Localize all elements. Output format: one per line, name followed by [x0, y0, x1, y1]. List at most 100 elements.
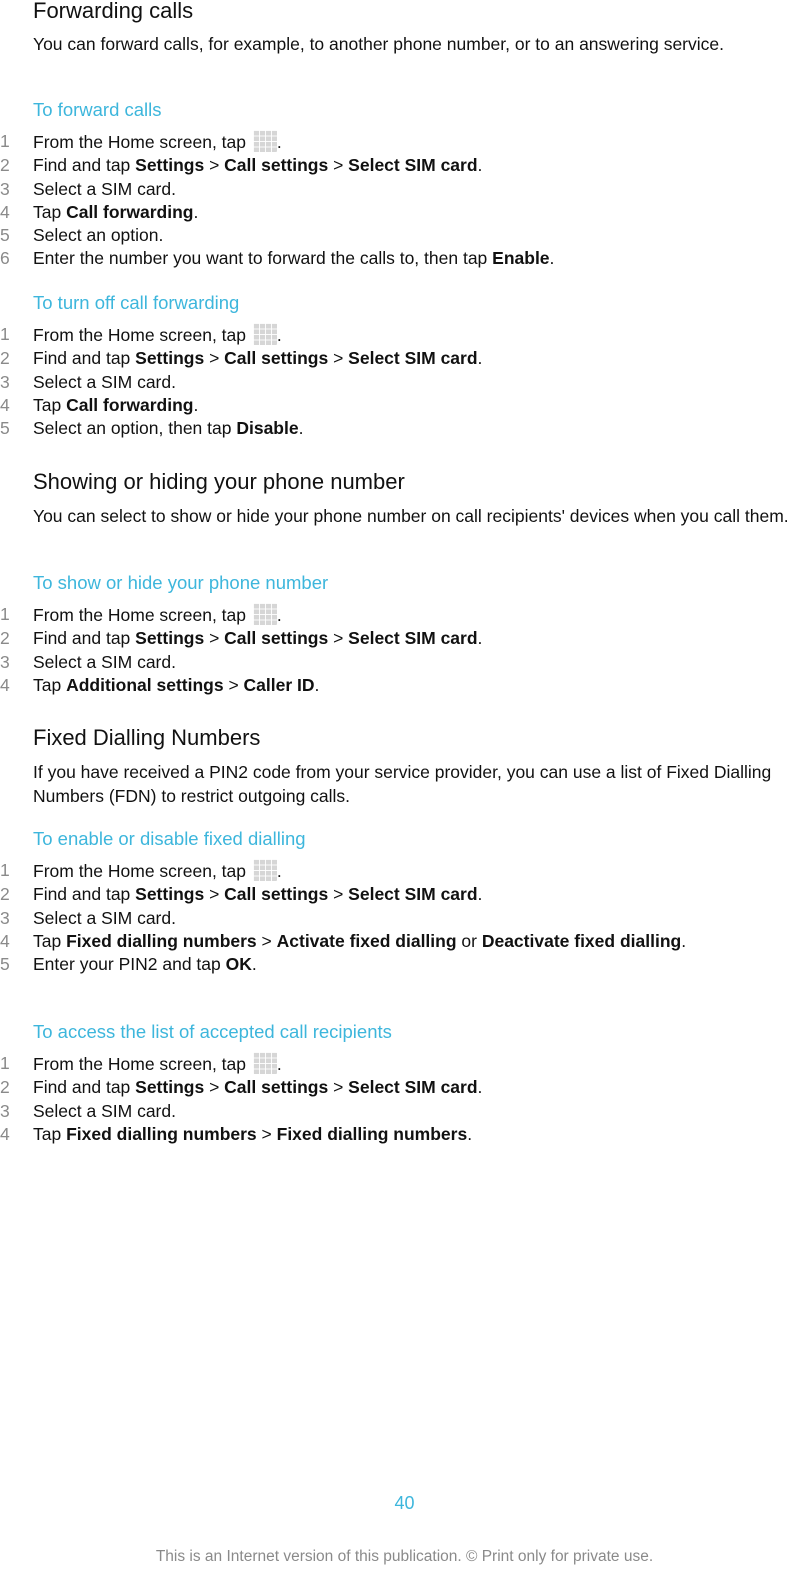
step-item: 2 Find and tap Settings > Call settings >…	[0, 883, 733, 906]
ui-term: Additional settings	[66, 674, 224, 695]
ui-term: Disable	[236, 418, 299, 439]
step-text-run: .	[477, 348, 483, 369]
step-text: From the Home screen, tap .	[33, 1052, 282, 1074]
ui-term: OK	[225, 954, 252, 975]
step-item: 1 From the Home screen, tap .	[0, 323, 733, 347]
step-item: 2 Find and tap Settings > Call settings >…	[0, 154, 733, 177]
step-text-run: Tap	[33, 930, 67, 951]
ui-term: Select SIM card	[348, 628, 478, 649]
step-number: 3	[0, 1100, 10, 1121]
step-text-run: .	[477, 628, 483, 649]
procedure-title: To show or hide your phone number	[33, 572, 329, 593]
step-text-run: .	[276, 132, 282, 152]
ui-term: Select SIM card	[348, 348, 478, 369]
step-text-run: Select a SIM card.	[33, 178, 176, 199]
ui-term: Call forwarding	[66, 201, 194, 222]
ui-term: Settings	[135, 1077, 205, 1098]
step-item: 3 Select a SIM card.	[0, 651, 733, 674]
step-text-run: .	[477, 1077, 483, 1098]
step-number: 3	[0, 651, 10, 672]
step-text: Tap Fixed dialling numbers > Fixed diall…	[33, 1124, 472, 1144]
step-text-run: Find and tap	[33, 628, 136, 649]
step-number: 3	[0, 907, 10, 928]
ui-term: Caller ID	[243, 674, 315, 695]
page-number: 40	[394, 1493, 415, 1513]
step-text-run: .	[477, 884, 483, 905]
step-text-run: .	[477, 155, 483, 176]
step-text: Find and tap Settings > Call settings > …	[33, 628, 482, 648]
ui-term: Call forwarding	[66, 394, 194, 415]
step-text-run: .	[298, 418, 304, 439]
apps-icon	[252, 859, 277, 881]
step-text-run: >	[328, 155, 349, 176]
step-number: 3	[0, 178, 10, 199]
ui-term: Call settings	[224, 155, 329, 176]
step-list: 1 From the Home screen, tap . 2 Find and ta…	[0, 859, 809, 976]
ui-term: Settings	[135, 155, 205, 176]
step-text-run: Find and tap	[33, 155, 136, 176]
step-number: 2	[0, 1077, 10, 1098]
ui-term: Select SIM card	[348, 155, 478, 176]
apps-icon	[252, 130, 277, 152]
step-text-run: From the Home screen, tap	[33, 605, 251, 625]
step-text: Tap Fixed dialling numbers > Activate fi…	[33, 931, 686, 951]
step-text: Enter your PIN2 and tap OK.	[33, 954, 257, 974]
step-text: Tap Additional settings > Caller ID.	[33, 675, 319, 695]
ui-term: Fixed dialling numbers	[66, 930, 257, 951]
step-text-run: Enter your PIN2 and tap	[33, 954, 226, 975]
procedure-title: To forward calls	[33, 99, 162, 120]
step-text-run: From the Home screen, tap	[33, 132, 251, 152]
step-text: From the Home screen, tap .	[33, 603, 282, 625]
step-item: 3 Select a SIM card.	[0, 907, 733, 930]
step-text-run: Tap	[33, 1123, 67, 1144]
ui-term: Call settings	[224, 628, 329, 649]
step-number: 1	[0, 604, 10, 624]
step-text: Select a SIM card.	[33, 1101, 176, 1121]
apps-icon	[252, 603, 277, 625]
step-text: From the Home screen, tap .	[33, 323, 282, 345]
step-text-run: >	[223, 674, 244, 695]
ui-term: Enable	[492, 248, 550, 269]
step-text-run: .	[193, 201, 199, 222]
step-item: 2 Find and tap Settings > Call settings >…	[0, 1076, 733, 1099]
step-text-run: Enter the number you want to forward the…	[33, 248, 493, 269]
ui-term: Settings	[135, 884, 205, 905]
step-item: 3 Select a SIM card.	[0, 371, 733, 394]
step-text-run: >	[328, 348, 349, 369]
step-text-run: From the Home screen, tap	[33, 325, 251, 345]
step-item: 6 Enter the number you want to forward th…	[0, 247, 733, 270]
step-item: 5 Select an option.	[0, 224, 733, 247]
step-item: 3 Select a SIM card.	[0, 1100, 733, 1123]
step-number: 5	[0, 225, 10, 246]
step-text-run: >	[204, 628, 225, 649]
step-list: 1 From the Home screen, tap . 2 Find and ta…	[0, 603, 809, 697]
step-number: 2	[0, 155, 10, 176]
ui-term: Call settings	[224, 884, 329, 905]
step-text-run: Select a SIM card.	[33, 1100, 176, 1121]
step-text-run: >	[204, 155, 225, 176]
step-number: 3	[0, 371, 10, 392]
step-list: 1 From the Home screen, tap . 2 Find and ta…	[0, 323, 809, 440]
step-number: 2	[0, 884, 10, 905]
step-text: Find and tap Settings > Call settings > …	[33, 155, 482, 175]
step-number: 4	[0, 201, 10, 222]
step-text-run: .	[314, 674, 320, 695]
step-number: 1	[0, 1053, 10, 1073]
ui-term: Call settings	[224, 1077, 329, 1098]
step-item: 2 Find and tap Settings > Call settings >…	[0, 347, 733, 370]
step-text-run: >	[256, 930, 277, 951]
step-text: Select a SIM card.	[33, 179, 176, 199]
step-text-run: or	[456, 930, 482, 951]
step-number: 6	[0, 248, 10, 269]
step-text-run: Select an option.	[33, 225, 164, 246]
step-list: 1 From the Home screen, tap . 2 Find and ta…	[0, 130, 809, 271]
step-text: Enter the number you want to forward the…	[33, 248, 554, 268]
step-text-run: From the Home screen, tap	[33, 1054, 251, 1074]
step-item: 3 Select a SIM card.	[0, 178, 733, 201]
step-item: 1 From the Home screen, tap .	[0, 130, 733, 154]
step-list: 1 From the Home screen, tap . 2 Find and ta…	[0, 1052, 809, 1146]
step-item: 1 From the Home screen, tap .	[0, 859, 733, 883]
ui-term: Settings	[135, 628, 205, 649]
step-text-run: >	[204, 1077, 225, 1098]
section-intro: You can forward calls, for example, to a…	[33, 34, 724, 54]
